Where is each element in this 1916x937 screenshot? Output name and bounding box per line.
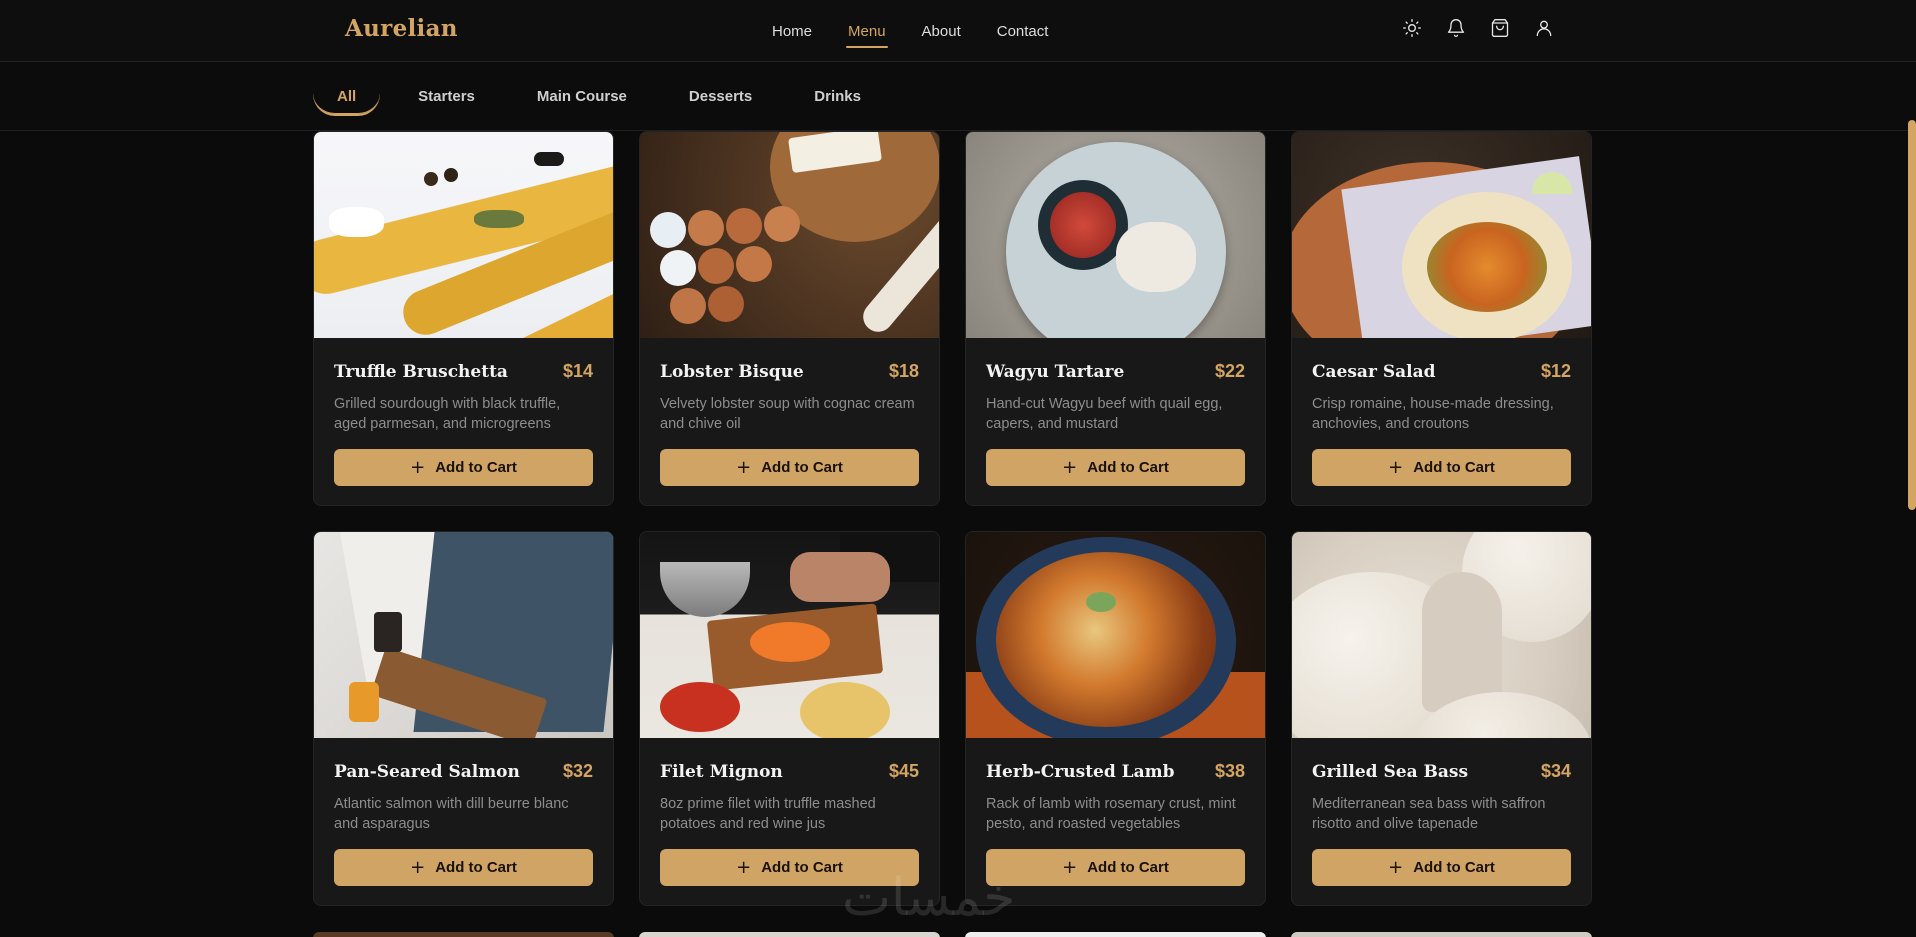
menu-card: Herb-Crusted Lamb $38 Rack of lamb with … <box>965 531 1266 906</box>
dish-description: Grilled sourdough with black truffle, ag… <box>334 396 561 432</box>
menu-card: Grilled Sea Bass $34 Mediterranean sea b… <box>1291 531 1592 906</box>
add-to-cart-label: Add to Cart <box>1413 859 1495 876</box>
add-to-cart-button[interactable]: + Add to Cart <box>334 449 593 486</box>
dish-price: $14 <box>562 361 593 381</box>
dish-name: Herb-Crusted Lamb <box>986 762 1175 782</box>
category-tab-desserts[interactable]: Desserts <box>665 79 776 116</box>
nav-link-home[interactable]: Home <box>770 17 814 46</box>
dish-image <box>966 132 1265 338</box>
dish-name: Pan-Seared Salmon <box>334 762 520 782</box>
dish-description: Rack of lamb with rosemary crust, mint p… <box>986 796 1236 832</box>
dish-image <box>1292 132 1591 338</box>
header-actions <box>1400 16 1556 40</box>
nav-link-about[interactable]: About <box>920 17 963 46</box>
add-to-cart-button[interactable]: + Add to Cart <box>1312 849 1571 886</box>
add-to-cart-label: Add to Cart <box>1087 459 1169 476</box>
menu-card-peek <box>639 932 940 937</box>
dish-price: $12 <box>1540 361 1571 381</box>
plus-icon: + <box>1388 456 1404 478</box>
brand-logo[interactable]: Aurelian <box>345 15 458 42</box>
plus-icon: + <box>1062 856 1078 878</box>
menu-card: Caesar Salad $12 Crisp romaine, house-ma… <box>1291 131 1592 506</box>
add-to-cart-button[interactable]: + Add to Cart <box>986 449 1245 486</box>
dish-price: $22 <box>1214 361 1245 381</box>
add-to-cart-button[interactable]: + Add to Cart <box>986 849 1245 886</box>
watermark: خمسات <box>842 868 1016 928</box>
menu-card: Filet Mignon $45 8oz prime filet with tr… <box>639 531 940 906</box>
dish-price: $34 <box>1540 761 1571 781</box>
dish-image <box>314 132 613 338</box>
bell-icon[interactable] <box>1444 16 1468 40</box>
dish-price: $32 <box>562 761 593 781</box>
add-to-cart-button[interactable]: + Add to Cart <box>660 449 919 486</box>
add-to-cart-label: Add to Cart <box>761 459 843 476</box>
sun-icon[interactable] <box>1400 16 1424 40</box>
plus-icon: + <box>1062 456 1078 478</box>
dish-description: Hand-cut Wagyu beef with quail egg, cape… <box>986 396 1223 432</box>
add-to-cart-label: Add to Cart <box>435 459 517 476</box>
dish-price: $18 <box>888 361 919 381</box>
user-icon[interactable] <box>1532 16 1556 40</box>
menu-card-peek <box>965 932 1266 937</box>
dish-image <box>966 532 1265 738</box>
dish-name: Caesar Salad <box>1312 362 1436 382</box>
category-bar: All Starters Main Course Desserts Drinks <box>0 62 1916 131</box>
plus-icon: + <box>736 456 752 478</box>
plus-icon: + <box>410 456 426 478</box>
plus-icon: + <box>410 856 426 878</box>
add-to-cart-button[interactable]: + Add to Cart <box>334 849 593 886</box>
dish-price: $38 <box>1214 761 1245 781</box>
menu-card: Pan-Seared Salmon $32 Atlantic salmon wi… <box>313 531 614 906</box>
dish-description: Mediterranean sea bass with saffron riso… <box>1312 796 1546 832</box>
nav-link-menu[interactable]: Menu <box>846 17 888 48</box>
plus-icon: + <box>736 856 752 878</box>
dish-image <box>640 532 939 738</box>
dish-name: Filet Mignon <box>660 762 783 782</box>
dish-description: 8oz prime filet with truffle mashed pota… <box>660 796 876 832</box>
category-tab-all[interactable]: All <box>313 79 381 116</box>
dish-description: Atlantic salmon with dill beurre blanc a… <box>334 796 569 832</box>
menu-card: Truffle Bruschetta $14 Grilled sourdough… <box>313 131 614 506</box>
page-scrollbar[interactable] <box>1908 120 1916 510</box>
category-tab-drinks[interactable]: Drinks <box>790 79 885 116</box>
dish-name: Grilled Sea Bass <box>1312 762 1469 782</box>
top-navbar: Aurelian Home Menu About Contact <box>0 0 1916 62</box>
category-tab-starters[interactable]: Starters <box>394 79 499 116</box>
menu-card: Lobster Bisque $18 Velvety lobster soup … <box>639 131 940 506</box>
menu-card: Wagyu Tartare $22 Hand-cut Wagyu beef wi… <box>965 131 1266 506</box>
add-to-cart-label: Add to Cart <box>435 859 517 876</box>
main-nav: Home Menu About Contact <box>770 0 1050 62</box>
add-to-cart-button[interactable]: + Add to Cart <box>1312 449 1571 486</box>
nav-link-contact[interactable]: Contact <box>995 17 1051 46</box>
dish-name: Wagyu Tartare <box>986 362 1125 382</box>
category-tab-main-course[interactable]: Main Course <box>513 79 651 116</box>
add-to-cart-label: Add to Cart <box>761 859 843 876</box>
dish-image <box>314 532 613 738</box>
menu-card-peek <box>1291 932 1592 937</box>
dish-name: Truffle Bruschetta <box>334 362 508 382</box>
dish-description: Velvety lobster soup with cognac cream a… <box>660 396 915 432</box>
category-tabs: All Starters Main Course Desserts Drinks <box>313 79 885 116</box>
menu-card-peek <box>313 932 614 937</box>
dish-price: $45 <box>888 761 919 781</box>
add-to-cart-label: Add to Cart <box>1087 859 1169 876</box>
shopping-bag-icon[interactable] <box>1488 16 1512 40</box>
add-to-cart-label: Add to Cart <box>1413 459 1495 476</box>
plus-icon: + <box>1388 856 1404 878</box>
dish-image <box>1292 532 1591 738</box>
dish-description: Crisp romaine, house-made dressing, anch… <box>1312 396 1554 432</box>
dish-image <box>640 132 939 338</box>
dish-name: Lobster Bisque <box>660 362 804 382</box>
